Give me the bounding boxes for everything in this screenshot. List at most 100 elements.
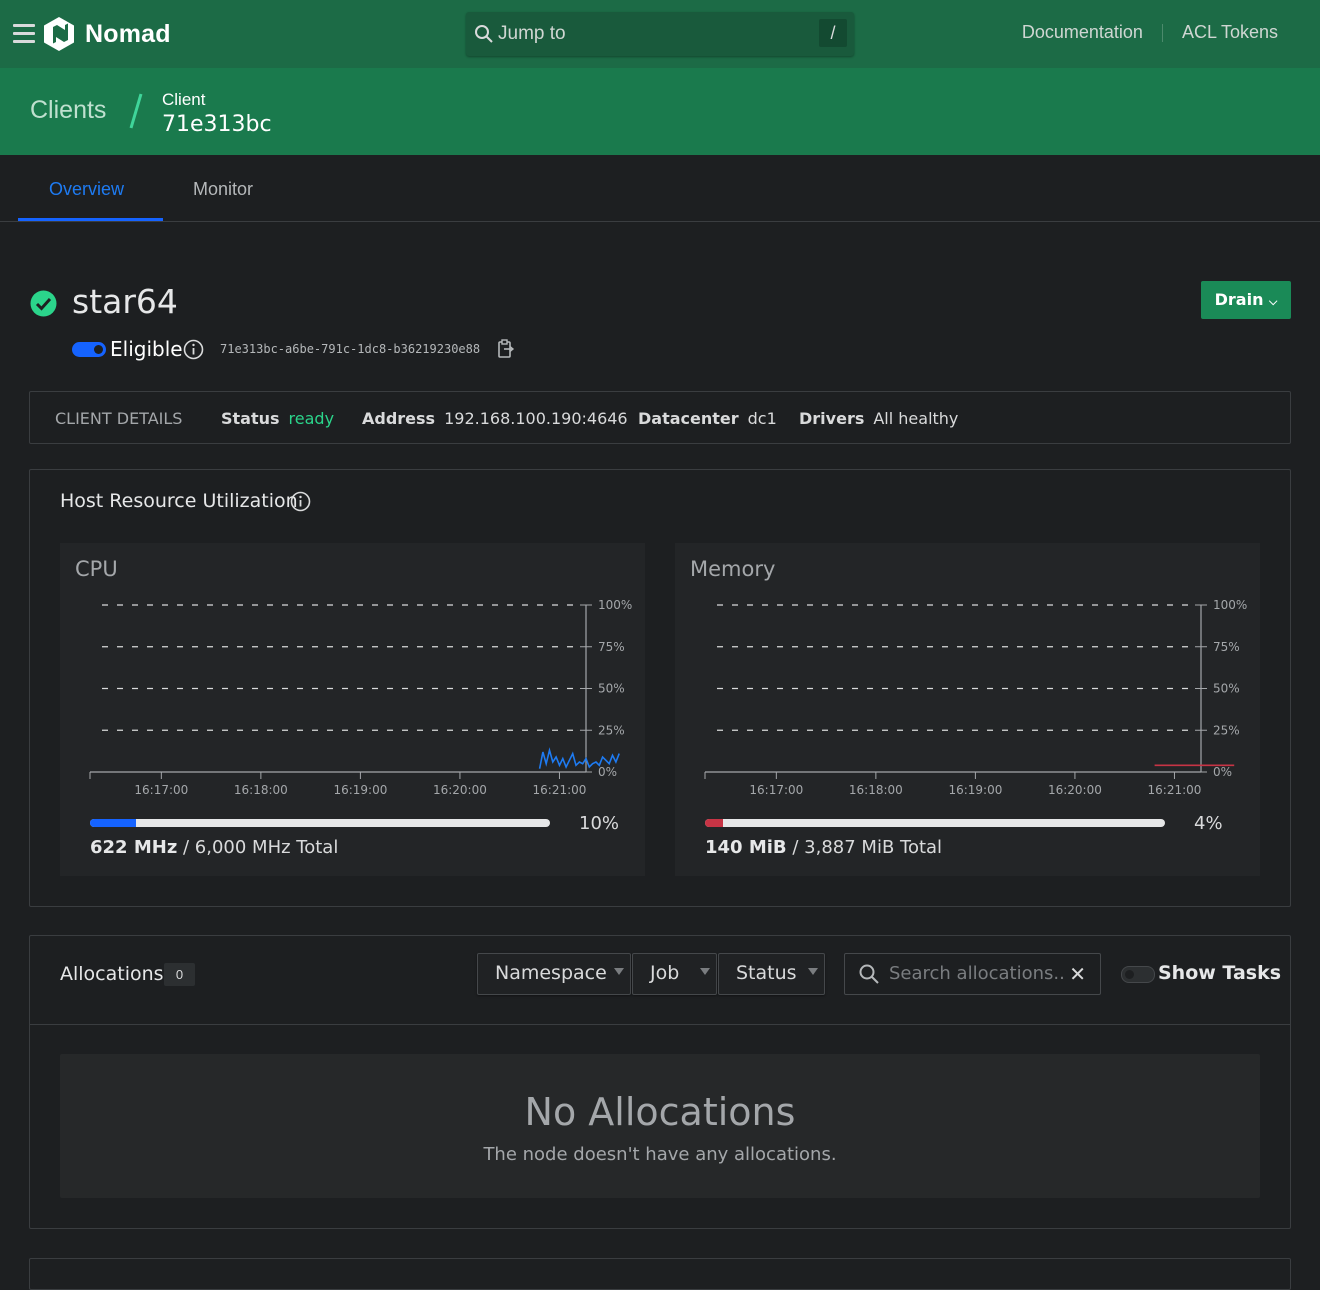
- cpu-used: 622 MHz: [90, 837, 178, 858]
- brand-name[interactable]: Nomad: [85, 20, 171, 49]
- jump-to-search[interactable]: Jump to /: [466, 12, 854, 56]
- drivers-value: All healthy: [873, 409, 959, 428]
- caret-down-icon: [700, 968, 710, 975]
- nav-divider: [1161, 24, 1163, 43]
- cpu-progress-bar: [90, 819, 550, 827]
- x-tick-label: 16:20:00: [1048, 783, 1102, 797]
- status-filter-label: Status: [736, 962, 797, 984]
- breadcrumb-client-label: Client: [162, 90, 206, 109]
- nomad-logo-icon[interactable]: [44, 17, 74, 51]
- hamburger-menu-icon[interactable]: [13, 24, 35, 44]
- breadcrumb-client-id[interactable]: 71e313bc: [162, 112, 272, 137]
- y-tick-label: 75%: [1213, 640, 1240, 654]
- search-allocations-input[interactable]: Search allocations... ✕: [844, 953, 1101, 995]
- y-tick-label: 0%: [1213, 765, 1232, 779]
- clear-search-icon[interactable]: ✕: [1069, 962, 1086, 987]
- search-icon: [475, 25, 493, 43]
- empty-state: No Allocations The node doesn't have any…: [60, 1054, 1260, 1198]
- host-resource-title: Host Resource Utilization: [60, 490, 298, 512]
- x-tick-label: 16:17:00: [134, 783, 188, 797]
- allocations-panel: Allocations 0 Namespace Job Status Searc…: [29, 935, 1291, 1229]
- show-tasks-toggle[interactable]: [1121, 966, 1155, 983]
- y-tick-label: 25%: [598, 723, 625, 737]
- job-filter-dropdown[interactable]: Job: [632, 953, 717, 995]
- memory-chart: 0% 25% 50% 75% 100% 16:17:00 16:18:00 16:19:00 1…: [704, 598, 1247, 797]
- empty-state-message: The node doesn't have any allocations.: [483, 1144, 837, 1165]
- drain-button-label: Drain: [1214, 290, 1264, 309]
- datacenter-detail: Datacenter dc1: [638, 409, 777, 428]
- empty-state-title: No Allocations: [524, 1090, 796, 1134]
- eligibility-label: Eligible: [110, 337, 183, 361]
- allocations-header: Allocations 0 Namespace Job Status Searc…: [30, 936, 1290, 1025]
- x-tick-label: 16:17:00: [749, 783, 803, 797]
- cpu-usage: 622 MHz / 6,000 MHz Total: [90, 837, 338, 858]
- namespace-filter-label: Namespace: [495, 962, 607, 984]
- memory-total: / 3,887 MiB Total: [786, 837, 943, 858]
- memory-usage: 140 MiB / 3,887 MiB Total: [705, 837, 942, 858]
- status-badge: ready: [288, 409, 335, 428]
- allocations-title: Allocations: [60, 963, 164, 985]
- drivers-detail: Drivers All healthy: [799, 409, 958, 428]
- x-tick-label: 16:18:00: [849, 783, 903, 797]
- datacenter-label: Datacenter: [638, 409, 739, 428]
- address-label: Address: [362, 409, 436, 428]
- address-value: 192.168.100.190:4646: [444, 409, 628, 428]
- status-label: Status: [221, 409, 280, 428]
- status-check-icon: [30, 290, 57, 317]
- tab-overview[interactable]: Overview: [49, 179, 124, 200]
- x-tick-label: 16:21:00: [533, 783, 587, 797]
- x-tick-label: 16:18:00: [234, 783, 288, 797]
- caret-down-icon: [808, 968, 818, 975]
- x-tick-label: 16:21:00: [1148, 783, 1202, 797]
- caret-down-icon: [614, 968, 624, 975]
- y-tick-label: 75%: [598, 640, 625, 654]
- breadcrumb-separator-icon: [129, 93, 143, 129]
- search-icon: [859, 964, 879, 984]
- y-tick-label: 100%: [1213, 598, 1247, 612]
- status-detail: Status ready: [221, 409, 334, 428]
- search-placeholder: Jump to: [498, 23, 566, 44]
- x-tick-label: 16:20:00: [433, 783, 487, 797]
- info-icon[interactable]: [290, 491, 311, 512]
- breadcrumb: Clients Client 71e313bc: [0, 68, 1320, 155]
- y-tick-label: 50%: [1213, 682, 1240, 696]
- cpu-chart-card: CPU 0% 25% 50% 75% 100% 16:17:00 16:18:00 16:19…: [60, 543, 645, 876]
- info-icon[interactable]: [183, 339, 204, 360]
- x-tick-label: 16:19:00: [333, 783, 387, 797]
- status-filter-dropdown[interactable]: Status: [718, 953, 825, 995]
- y-tick-label: 100%: [598, 598, 632, 612]
- memory-percent: 4%: [1194, 813, 1223, 834]
- search-allocations-placeholder: Search allocations...: [889, 963, 1064, 984]
- drivers-label: Drivers: [799, 409, 865, 428]
- breadcrumb-clients[interactable]: Clients: [30, 96, 106, 125]
- client-details-bar: CLIENT DETAILS Status ready Address 192.16…: [29, 391, 1291, 444]
- drain-button[interactable]: Drain ⌵: [1201, 281, 1291, 319]
- copy-icon[interactable]: [497, 339, 515, 359]
- address-detail: Address 192.168.100.190:4646: [362, 409, 628, 428]
- memory-chart-card: Memory 0% 25% 50% 75% 100% 16:17:00 16:18:00 16…: [675, 543, 1260, 876]
- documentation-link[interactable]: Documentation: [1022, 22, 1143, 43]
- cpu-percent: 10%: [579, 813, 620, 834]
- y-tick-label: 25%: [1213, 723, 1240, 737]
- eligibility-toggle[interactable]: [72, 342, 106, 357]
- host-resource-utilization-panel: Host Resource Utilization CPU 0% 25% 50% 75…: [29, 469, 1291, 907]
- x-tick-label: 16:19:00: [948, 783, 1002, 797]
- next-panel: [29, 1258, 1291, 1290]
- memory-used: 140 MiB: [705, 837, 787, 858]
- cpu-total: / 6,000 MHz Total: [177, 837, 339, 858]
- memory-progress-bar: [705, 819, 1165, 827]
- chevron-down-icon: ⌵: [1269, 295, 1278, 308]
- y-tick-label: 0%: [598, 765, 617, 779]
- namespace-filter-dropdown[interactable]: Namespace: [477, 953, 631, 995]
- cpu-progress-fill: [90, 819, 136, 827]
- client-details-heading: CLIENT DETAILS: [55, 409, 183, 428]
- tab-bar: Overview Monitor: [0, 155, 1320, 222]
- job-filter-label: Job: [650, 962, 680, 984]
- tab-monitor[interactable]: Monitor: [193, 179, 253, 200]
- show-tasks-label: Show Tasks: [1158, 962, 1282, 984]
- allocations-count-badge: 0: [164, 963, 195, 986]
- node-id: 71e313bc-a6be-791c-1dc8-b36219230e88: [220, 342, 481, 356]
- cpu-chart: 0% 25% 50% 75% 100% 16:17:00 16:18:00 16:19:00 1…: [89, 598, 632, 797]
- memory-progress-fill: [705, 819, 724, 827]
- acl-tokens-link[interactable]: ACL Tokens: [1182, 22, 1278, 43]
